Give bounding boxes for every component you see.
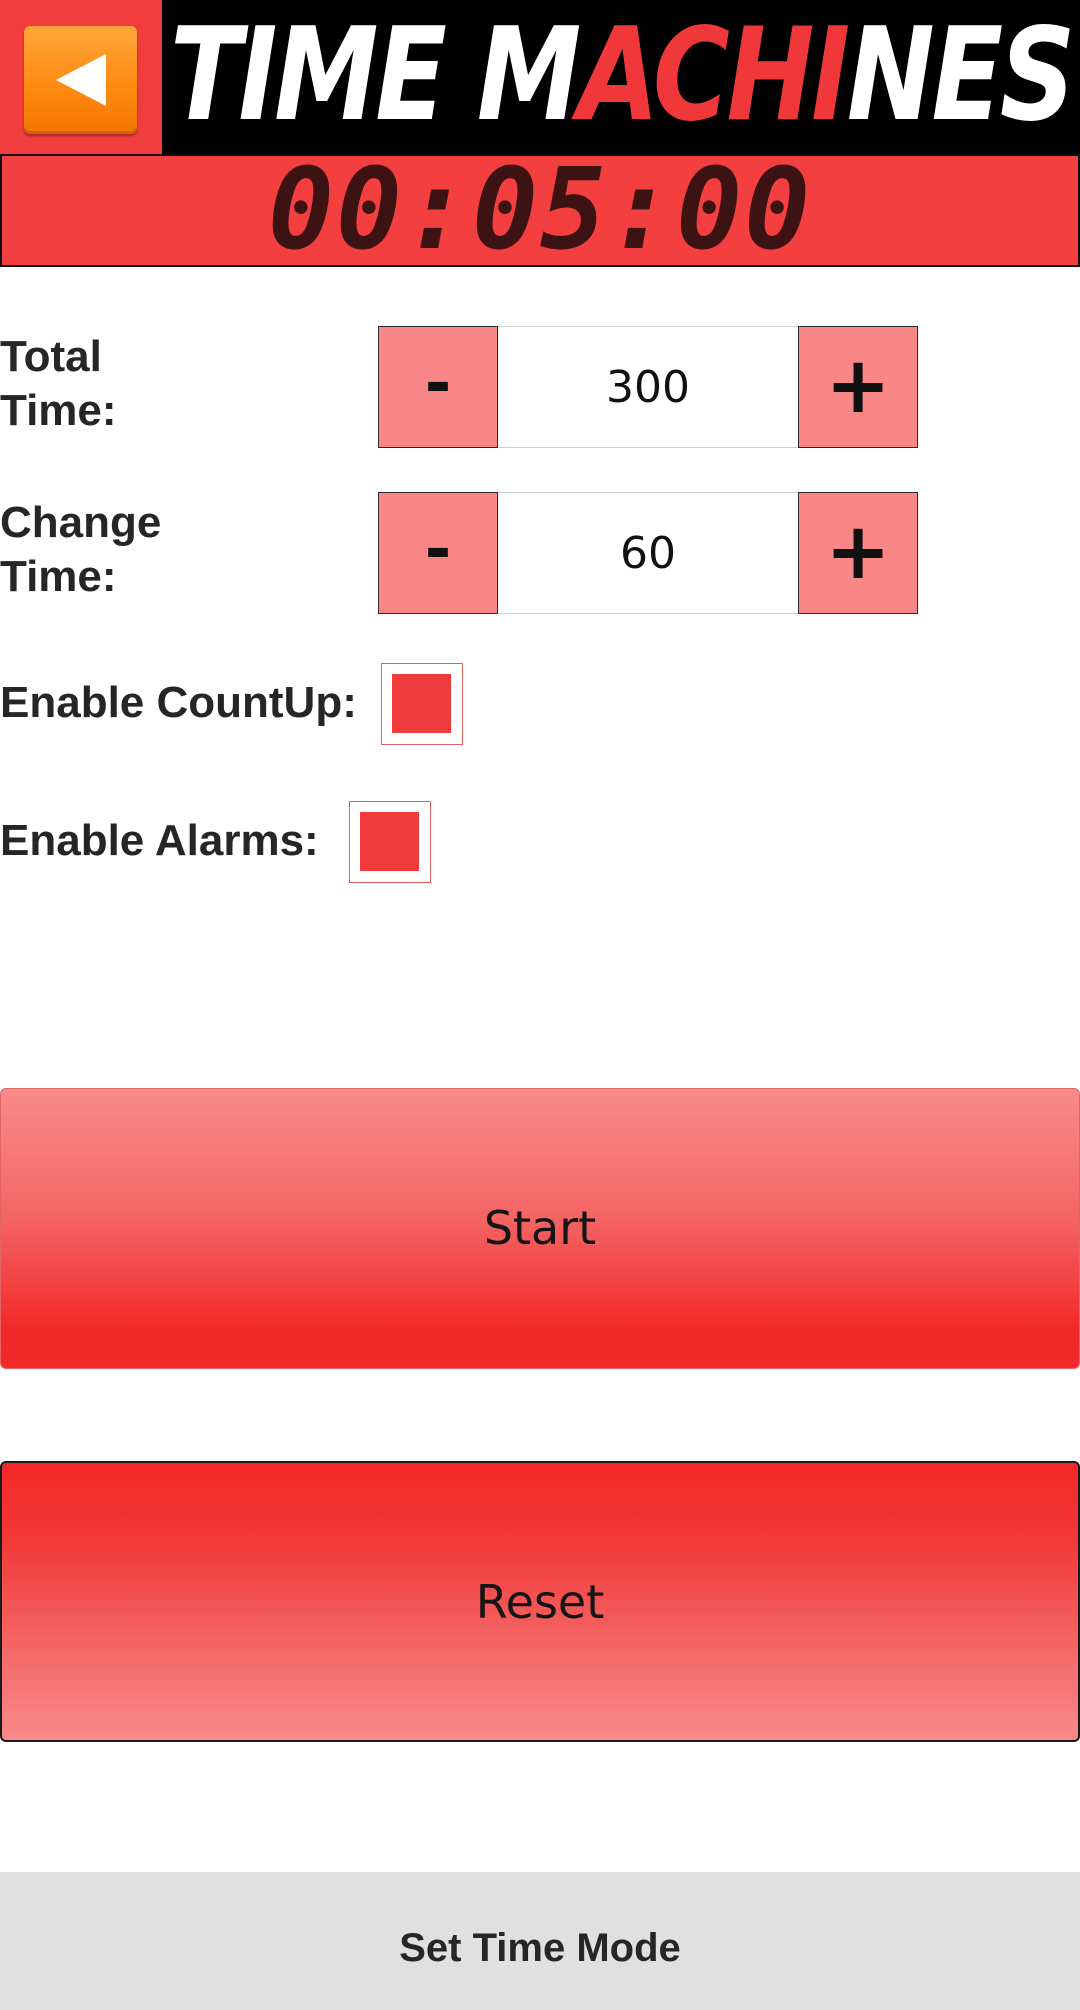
change-time-plus-button[interactable]: +	[798, 492, 918, 614]
timer-display: 00:05:00	[0, 154, 1080, 267]
change-time-label: Change Time:	[0, 496, 161, 604]
change-time-minus-button[interactable]: -	[378, 492, 498, 614]
back-button[interactable]	[24, 26, 137, 134]
change-time-label-line1: Change	[0, 498, 162, 547]
total-time-label-line2: Time:	[0, 386, 117, 435]
timer-digits: 00:05:00	[267, 145, 813, 275]
enable-countup-check-fill	[392, 674, 451, 733]
logo-text-part2: ACHI	[578, 1, 850, 150]
change-time-label-line2: Time:	[0, 552, 117, 601]
change-time-stepper: - 60 +	[378, 492, 918, 614]
total-time-stepper: - 300 +	[378, 326, 918, 448]
enable-countup-label: Enable CountUp:	[0, 678, 357, 727]
logo-text-part1: TIME M	[170, 1, 581, 150]
total-time-plus-button[interactable]: +	[798, 326, 918, 448]
change-time-value[interactable]: 60	[498, 492, 798, 614]
total-time-minus-button[interactable]: -	[378, 326, 498, 448]
app-logo: TIME MACHINES	[170, 6, 1075, 146]
total-time-label: Total Time:	[0, 330, 117, 438]
total-time-value[interactable]: 300	[498, 326, 798, 448]
set-time-mode-button[interactable]: Set Time Mode	[0, 1872, 1080, 2010]
enable-alarms-check-fill	[360, 812, 419, 871]
reset-button[interactable]: Reset	[0, 1461, 1080, 1742]
back-arrow-icon	[56, 54, 106, 106]
logo-text-part3: NES	[846, 1, 1076, 150]
start-button[interactable]: Start	[0, 1088, 1080, 1369]
total-time-label-line1: Total	[0, 332, 102, 381]
back-button-container	[0, 0, 162, 154]
app-screen: TIME MACHINES 00:05:00 Total Time: - 300…	[0, 0, 1080, 2010]
enable-countup-checkbox[interactable]	[381, 663, 463, 745]
enable-alarms-label: Enable Alarms:	[0, 816, 319, 865]
header-bar: TIME MACHINES	[0, 0, 1080, 154]
enable-alarms-checkbox[interactable]	[349, 801, 431, 883]
